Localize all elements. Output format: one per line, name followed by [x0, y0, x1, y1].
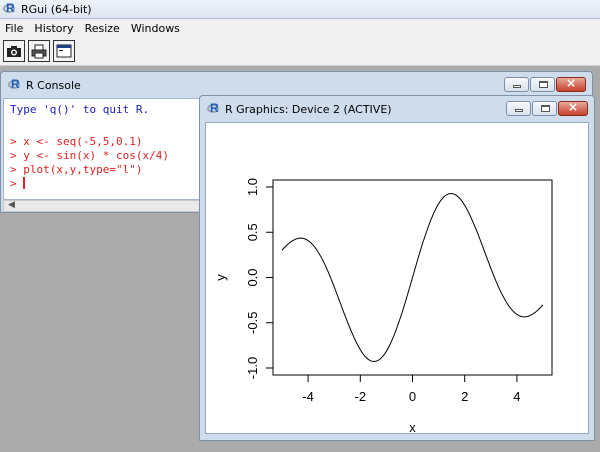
console-line: > plot(x,y,type="l")	[10, 163, 143, 176]
series-line	[281, 192, 544, 363]
graphics-title: R Graphics: Device 2 (ACTIVE)	[225, 102, 392, 116]
menu-windows[interactable]: Windows	[126, 22, 186, 35]
y-tick-label: 0.5	[245, 223, 260, 241]
new-window-button[interactable]	[53, 40, 75, 62]
maximize-button[interactable]	[530, 77, 555, 92]
console-prompt: >	[10, 177, 24, 190]
line-chart: -4 -2 0 2 4 -1.0 -0.5 0.0 0.5 1.0 x y	[213, 178, 553, 435]
x-tick-label: 2	[461, 389, 468, 404]
graphics-window-controls: ×	[506, 100, 588, 116]
y-tick-label: 1.0	[245, 178, 260, 196]
scroll-left-icon[interactable]: ◀	[8, 200, 15, 210]
close-button[interactable]: ×	[556, 76, 586, 92]
x-tick-label: -4	[302, 389, 314, 404]
x-tick-label: -2	[355, 389, 367, 404]
copy-graph-button[interactable]	[3, 40, 25, 62]
y-tick-label: 0.0	[245, 268, 260, 286]
x-tick-label: 4	[513, 389, 520, 404]
r-logo-icon: R	[207, 101, 220, 116]
console-prompt-line[interactable]: >	[10, 177, 26, 190]
menu-file[interactable]: File	[0, 22, 29, 35]
x-axis-title: x	[409, 420, 416, 433]
menu-resize[interactable]: Resize	[80, 22, 126, 35]
console-line: Type 'q()' to quit R.	[10, 103, 150, 116]
menu-history[interactable]: History	[29, 22, 79, 35]
menu-bar: File History Resize Windows	[0, 19, 600, 37]
plot-canvas: -4 -2 0 2 4 -1.0 -0.5 0.0 0.5 1.0 x y	[205, 122, 589, 435]
r-logo-icon: R	[3, 1, 16, 16]
app-title: RGui (64-bit)	[21, 2, 92, 16]
minimize-icon	[513, 85, 521, 88]
y-axis-title: y	[213, 274, 228, 281]
minimize-icon	[515, 109, 523, 112]
console-window-controls: ×	[504, 76, 586, 92]
maximize-button[interactable]	[532, 101, 557, 116]
close-icon: ×	[567, 100, 579, 114]
text-caret	[23, 177, 26, 189]
graphics-window: R R Graphics: Device 2 (ACTIVE) × -4 -2 0 2…	[199, 95, 595, 441]
maximize-icon	[541, 105, 550, 112]
printer-icon	[31, 44, 47, 58]
console-title: R Console	[26, 78, 81, 92]
minimize-button[interactable]	[506, 101, 531, 116]
r-logo-icon: R	[8, 77, 21, 92]
console-line: > x <- seq(-5,5,0.1)	[10, 135, 143, 148]
close-icon: ×	[565, 76, 577, 90]
y-tick-label: -1.0	[245, 357, 260, 379]
maximize-icon	[539, 81, 548, 88]
y-tick-label: -0.5	[245, 312, 260, 334]
close-button[interactable]: ×	[558, 100, 588, 116]
minimize-button[interactable]	[504, 77, 529, 92]
app-titlebar: R RGui (64-bit)	[0, 0, 600, 19]
print-button[interactable]	[28, 40, 50, 62]
window-icon	[56, 44, 72, 58]
console-line: > y <- sin(x) * cos(x/4)	[10, 149, 169, 162]
toolbar	[0, 37, 600, 66]
camera-icon	[7, 46, 21, 57]
x-tick-label: 0	[409, 389, 416, 404]
